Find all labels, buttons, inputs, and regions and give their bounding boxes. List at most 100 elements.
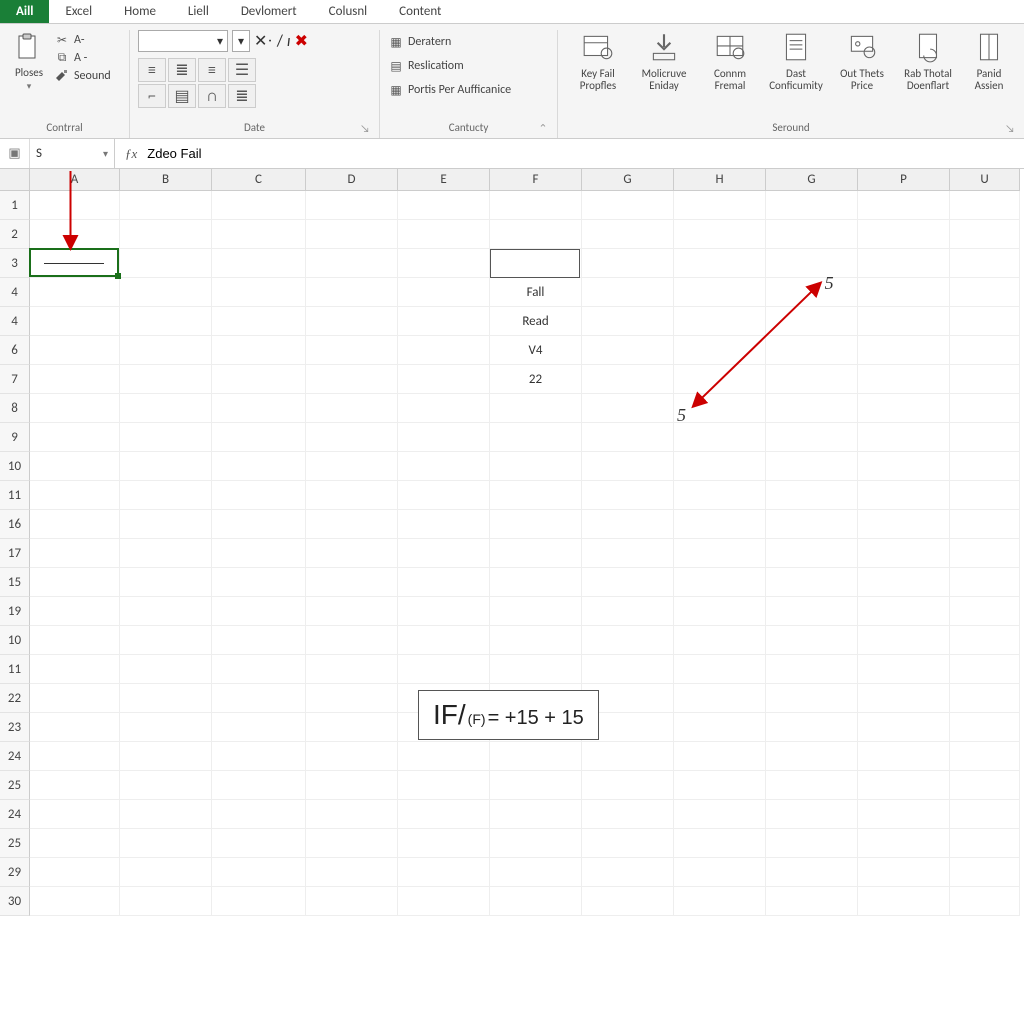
cell[interactable] [950,771,1020,800]
cell[interactable] [212,278,306,307]
cell[interactable] [858,249,950,278]
cell[interactable] [490,858,582,887]
align-justify-icon[interactable]: ☰ [228,58,256,82]
cell[interactable] [306,858,398,887]
cell[interactable] [674,481,766,510]
cell[interactable] [306,626,398,655]
strike-icon[interactable]: ✕· [254,31,273,51]
cell[interactable] [120,220,212,249]
styles-btn-2[interactable]: Molicruve Eniday [632,30,696,92]
cell[interactable] [212,568,306,597]
cell[interactable] [398,452,490,481]
row-header[interactable]: 16 [0,510,30,539]
cell[interactable] [30,394,120,423]
cell[interactable] [120,800,212,829]
tab-devlomert[interactable]: Devlomert [225,0,313,23]
cell[interactable] [858,220,950,249]
align-middle-icon[interactable]: ▤ [168,84,196,108]
cell[interactable] [950,481,1020,510]
cell[interactable] [950,510,1020,539]
cell[interactable] [858,713,950,742]
cell[interactable] [582,365,674,394]
cell[interactable] [120,452,212,481]
font-size-selector[interactable]: ▾ [232,30,250,52]
styles-btn-3[interactable]: Connm Fremal [698,30,762,92]
row-header[interactable]: 3 [0,249,30,278]
column-header[interactable]: E [398,169,490,191]
cell[interactable] [306,568,398,597]
cell[interactable] [398,800,490,829]
cell[interactable] [306,423,398,452]
column-header[interactable]: G [582,169,674,191]
cell[interactable] [120,510,212,539]
cell[interactable] [120,597,212,626]
row-header[interactable]: 25 [0,829,30,858]
cell[interactable] [950,191,1020,220]
cell[interactable] [30,800,120,829]
cell[interactable] [398,829,490,858]
namebox-icon[interactable]: ▣ [0,139,30,168]
cell[interactable] [120,713,212,742]
column-header[interactable]: B [120,169,212,191]
cell[interactable] [212,539,306,568]
cell[interactable] [212,829,306,858]
cell[interactable] [306,887,398,916]
cell[interactable] [30,713,120,742]
row-header[interactable]: 6 [0,336,30,365]
cell[interactable] [674,220,766,249]
cell[interactable]: V4 [490,336,582,365]
cell[interactable] [582,481,674,510]
cell[interactable] [212,742,306,771]
row-header[interactable]: 29 [0,858,30,887]
row-header[interactable]: 8 [0,394,30,423]
cell[interactable] [398,249,490,278]
cell[interactable] [950,452,1020,481]
font-selector[interactable]: ▾ [138,30,228,52]
column-header[interactable]: P [858,169,950,191]
cell[interactable] [398,655,490,684]
align-right-icon[interactable]: ≡ [198,58,226,82]
column-header[interactable]: U [950,169,1020,191]
cell[interactable] [858,307,950,336]
cell[interactable] [582,539,674,568]
cell[interactable] [212,626,306,655]
cell[interactable] [582,423,674,452]
dialog-launcher-icon-2[interactable]: ⌃ [537,122,549,134]
row-header[interactable]: 30 [0,887,30,916]
cell[interactable] [398,481,490,510]
cell[interactable] [950,597,1020,626]
cell[interactable] [212,800,306,829]
cell[interactable] [674,249,766,278]
cell[interactable] [120,481,212,510]
cell[interactable] [582,452,674,481]
cell[interactable] [766,742,858,771]
row-header[interactable]: 4 [0,307,30,336]
cell[interactable] [674,771,766,800]
cell[interactable] [212,510,306,539]
cell[interactable] [306,742,398,771]
cell[interactable] [766,191,858,220]
cell[interactable] [212,423,306,452]
cell[interactable] [950,887,1020,916]
cell[interactable] [582,191,674,220]
cell[interactable] [306,655,398,684]
cell[interactable] [858,510,950,539]
cell[interactable] [766,307,858,336]
cell[interactable] [674,191,766,220]
cell[interactable] [30,191,120,220]
cell[interactable] [212,684,306,713]
cell[interactable] [30,655,120,684]
cell[interactable] [30,742,120,771]
cell[interactable] [950,278,1020,307]
cell[interactable] [582,220,674,249]
cell[interactable] [858,771,950,800]
styles-btn-5[interactable]: Out Thets Price [830,30,894,92]
cell[interactable] [674,278,766,307]
cell[interactable] [950,568,1020,597]
cell[interactable] [766,452,858,481]
cell[interactable] [120,249,212,278]
cell[interactable] [582,510,674,539]
cell[interactable] [30,626,120,655]
italic-icon[interactable]: ɪ [287,32,291,51]
cell[interactable] [398,220,490,249]
